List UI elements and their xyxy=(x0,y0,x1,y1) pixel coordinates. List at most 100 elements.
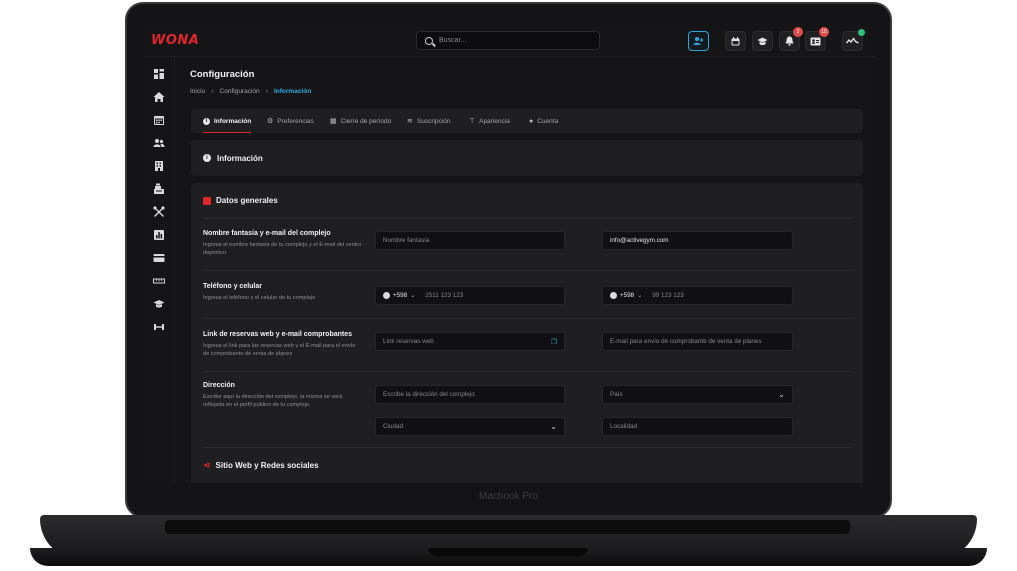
chevron-right-icon: › xyxy=(211,88,214,95)
cash-register-icon[interactable] xyxy=(153,183,165,195)
add-user-button[interactable] xyxy=(688,31,709,51)
info-icon: i xyxy=(203,154,211,162)
tab-label: Información xyxy=(214,117,252,125)
ciudad-select[interactable]: Ciudad ⌄ xyxy=(375,417,565,436)
calendar-icon[interactable] xyxy=(153,114,165,126)
tab-cierre-periodo[interactable]: ▦ Cierre de período xyxy=(330,109,391,133)
calendar-button[interactable] xyxy=(725,31,746,51)
profile-button[interactable] xyxy=(842,29,865,51)
tab-informacion[interactable]: i Información xyxy=(203,109,252,133)
chevron-down-icon: ⌄ xyxy=(778,390,785,399)
email-field[interactable] xyxy=(602,231,793,250)
breadcrumb-config[interactable]: Configuración xyxy=(220,88,260,95)
ruler-icon[interactable] xyxy=(153,275,165,287)
online-status-indicator xyxy=(858,29,865,36)
localidad-input[interactable] xyxy=(610,423,785,430)
tab-cuenta[interactable]: ● Cuenta xyxy=(529,109,558,133)
tools-icon[interactable] xyxy=(153,206,165,218)
id-card-icon xyxy=(810,37,821,45)
breadcrumb-home[interactable]: Inicio xyxy=(190,88,205,95)
chevron-down-icon: ⌄ xyxy=(550,422,557,431)
building-icon[interactable] xyxy=(153,160,165,172)
chevron-down-icon: ⌄ xyxy=(410,293,416,299)
row-description: Escribe aquí la dirección del complejo, … xyxy=(203,394,343,408)
link-reservas-input[interactable] xyxy=(383,338,551,345)
screen: WONA 2 10 xyxy=(143,24,875,483)
row-links: Link de reservas web y e-mail comprobant… xyxy=(203,331,363,358)
main-content: Configuración Inicio › Configuración › I… xyxy=(176,57,875,483)
nombre-fantasia-input[interactable] xyxy=(383,237,557,244)
graduation-cap-icon xyxy=(757,37,768,45)
section-title-redes: ⋖ Sitio Web y Redes sociales xyxy=(203,460,319,471)
section-title-text: Datos generales xyxy=(216,196,278,205)
card-icon[interactable] xyxy=(153,252,165,264)
country-code-selector[interactable]: +598 ⌄ xyxy=(610,292,642,299)
info-header-title: Información xyxy=(217,153,263,163)
copy-icon[interactable]: ❐ xyxy=(551,338,557,346)
row-name-email: Nombre fantasía y e-mail del complejo In… xyxy=(203,230,363,257)
divider xyxy=(203,218,851,219)
avatar-icon xyxy=(846,37,859,44)
pais-select[interactable]: País ⌄ xyxy=(602,385,793,404)
row-label: Teléfono y celular xyxy=(203,283,262,290)
tab-apariencia[interactable]: ⊤ Apariencia xyxy=(469,109,510,133)
row-label: Link de reservas web y e-mail comprobant… xyxy=(203,331,353,338)
ciudad-select-value: Ciudad xyxy=(383,423,403,430)
app-logo[interactable]: WONA xyxy=(151,33,199,48)
datos-generales-card: Datos generales Nombre fantasía y e-mail… xyxy=(191,183,863,483)
tab-suscripcion[interactable]: ≋ Suscripción xyxy=(407,109,450,133)
laptop-keyboard-edge xyxy=(165,520,850,534)
direccion-field[interactable] xyxy=(375,385,565,404)
country-code-selector[interactable]: +598 ⌄ xyxy=(383,292,415,299)
row-description: Ingresa el nombre fantasía de tu complej… xyxy=(203,242,362,256)
contact-card-button[interactable]: 10 xyxy=(805,27,829,51)
tab-label: Preferencias xyxy=(277,117,314,125)
breadcrumb-current: Información xyxy=(273,88,312,95)
chevron-down-icon: ⌄ xyxy=(637,293,643,299)
chevron-right-icon: › xyxy=(265,88,268,95)
divider xyxy=(203,318,851,319)
row-description: Ingresa el teléfono y el celular de tu c… xyxy=(203,295,316,301)
calendar-icon xyxy=(731,36,740,45)
graduation-button[interactable] xyxy=(752,31,773,51)
email-input[interactable] xyxy=(610,237,785,244)
paint-roller-icon: ⊤ xyxy=(469,118,476,125)
nombre-fantasia-field[interactable] xyxy=(375,231,565,250)
graduation-cap-icon[interactable] xyxy=(153,298,165,310)
contact-book-icon xyxy=(203,196,211,205)
telefono-input[interactable] xyxy=(425,292,557,299)
localidad-field[interactable] xyxy=(602,417,793,436)
direccion-input[interactable] xyxy=(383,391,557,398)
search-input[interactable] xyxy=(439,37,589,44)
gears-icon: ⚙ xyxy=(267,118,274,125)
link-reservas-field[interactable]: ❐ xyxy=(375,332,565,351)
email-comprobantes-field[interactable] xyxy=(602,332,793,351)
row-description: Ingresa el link para las reservas web y … xyxy=(203,343,356,357)
row-label: Nombre fantasía y e-mail del complejo xyxy=(203,230,331,237)
dumbbell-icon[interactable] xyxy=(153,321,165,333)
tab-label: Cierre de período xyxy=(340,117,392,125)
share-icon: ⋖ xyxy=(203,460,211,470)
users-icon[interactable] xyxy=(153,137,165,149)
telefono-field[interactable]: +598 ⌄ xyxy=(375,286,565,305)
search-bar[interactable] xyxy=(416,31,600,50)
page-title: Configuración xyxy=(190,69,255,80)
celular-field[interactable]: +598 ⌄ xyxy=(602,286,793,305)
device-label: Macbook Pro xyxy=(479,491,538,502)
tab-label: Suscripción xyxy=(416,117,451,125)
notifications-button[interactable]: 2 xyxy=(779,27,803,51)
info-header-card: i Información xyxy=(191,140,863,176)
contact-card-badge: 10 xyxy=(819,27,829,37)
user-icon: ● xyxy=(529,117,534,125)
dashboard-icon[interactable] xyxy=(153,68,165,80)
celular-input[interactable] xyxy=(652,292,785,299)
laptop-notch xyxy=(428,548,588,556)
tab-preferencias[interactable]: ⚙ Preferencias xyxy=(267,109,314,133)
breadcrumb: Inicio › Configuración › Información xyxy=(190,88,311,95)
email-comprobantes-input[interactable] xyxy=(610,338,785,345)
home-icon[interactable] xyxy=(153,91,165,103)
chart-icon[interactable] xyxy=(153,229,165,241)
pais-select-value: País xyxy=(610,391,623,398)
row-address: Dirección Escribe aquí la dirección del … xyxy=(203,382,363,409)
country-code: +598 xyxy=(393,292,408,299)
